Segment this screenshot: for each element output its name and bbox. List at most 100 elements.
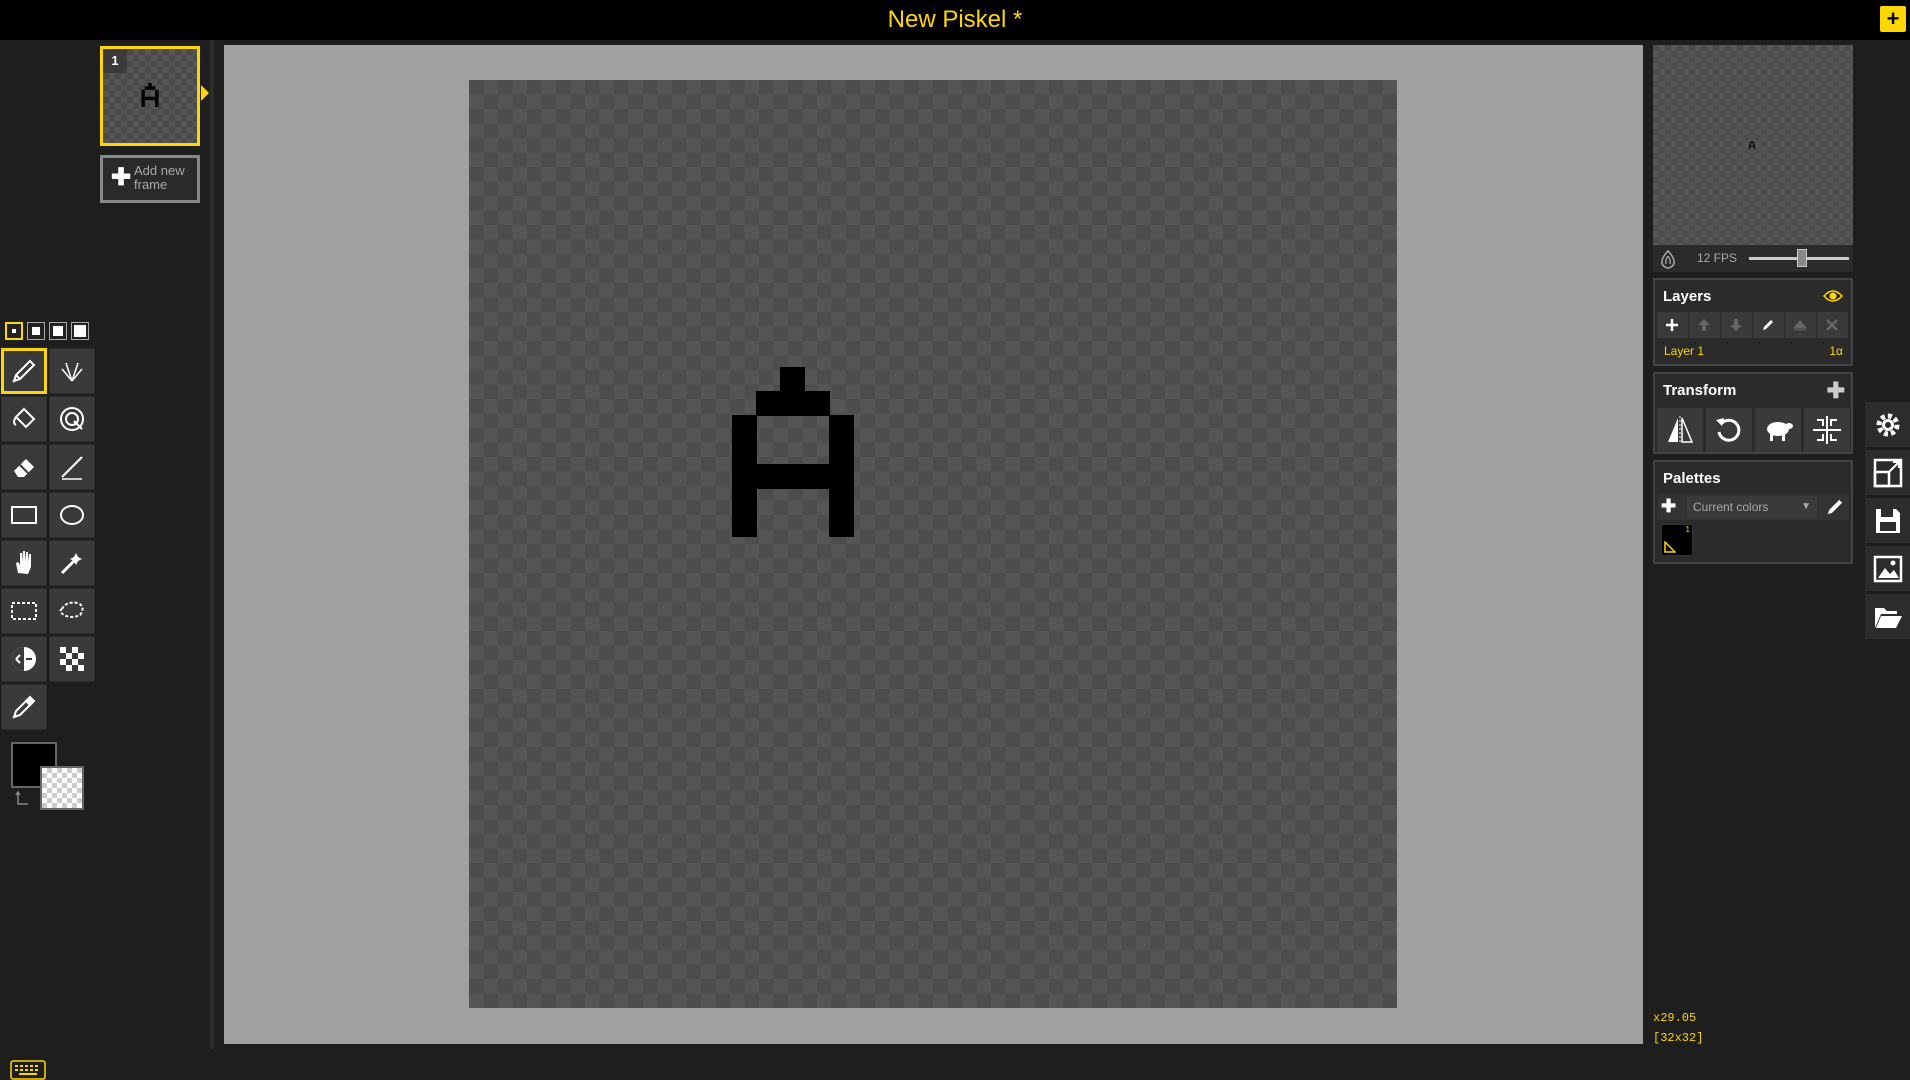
- plus-icon: [1666, 319, 1678, 331]
- frame-thumbnail[interactable]: 1: [100, 46, 200, 146]
- add-layer-button[interactable]: [1657, 312, 1688, 338]
- ellipse-icon: [60, 505, 84, 525]
- frame-number: 1: [103, 49, 127, 73]
- canvas-pixel: [780, 463, 806, 489]
- pixel-canvas[interactable]: [469, 80, 1397, 1008]
- export-image-icon: [1873, 555, 1903, 583]
- pencil-icon: [1763, 320, 1773, 330]
- stroke-tool[interactable]: [49, 444, 95, 490]
- gear-icon: [1876, 413, 1900, 437]
- resize-icon: [1873, 458, 1903, 488]
- preview-image: [1749, 141, 1755, 149]
- sheep-icon: [1767, 422, 1793, 441]
- layer-opacity[interactable]: 1α: [1829, 344, 1843, 358]
- canvas-pixel: [756, 391, 782, 417]
- resize-button[interactable]: [1865, 450, 1910, 495]
- plus-icon: ✚: [111, 164, 132, 191]
- plus-icon[interactable]: ✚: [1827, 378, 1845, 404]
- pencil-icon[interactable]: [1825, 497, 1845, 517]
- pen-size-2-button[interactable]: [27, 322, 45, 340]
- transform-panel: Transform ✚: [1653, 372, 1853, 454]
- pen-size-3-button[interactable]: [49, 322, 67, 340]
- circle-tool[interactable]: [49, 492, 95, 538]
- pen-size-1-button[interactable]: [5, 322, 23, 340]
- eraser-tool[interactable]: [1, 444, 47, 490]
- settings-button[interactable]: [1865, 402, 1910, 447]
- center-button[interactable]: [1804, 408, 1850, 452]
- move-tool[interactable]: [1, 540, 47, 586]
- paint-bucket-tool[interactable]: [1, 396, 47, 442]
- canvas-pixel: [828, 463, 854, 489]
- new-piskel-button[interactable]: +: [1880, 6, 1906, 32]
- canvas-pixel: [756, 463, 782, 489]
- onion-skin-icon[interactable]: [1657, 248, 1679, 270]
- eye-icon[interactable]: [1823, 288, 1843, 304]
- palettes-title: Palettes: [1663, 470, 1721, 487]
- eyedropper-icon: [12, 695, 36, 719]
- right-panel: 12 FPS Layers Layer 1 1α Transform ✚ Pal…: [1643, 40, 1863, 1049]
- clone-button[interactable]: [1755, 408, 1801, 452]
- zoom-level: x29.05: [1653, 1011, 1697, 1025]
- status-info: x29.05 [32x32]: [1653, 1008, 1703, 1048]
- secondary-color-swatch[interactable]: [40, 766, 84, 810]
- arrow-up-icon: [1698, 319, 1710, 331]
- import-button[interactable]: [1865, 594, 1910, 639]
- open-folder-icon: [1875, 608, 1902, 628]
- pen-tool[interactable]: [1, 348, 47, 394]
- color-picker-tool[interactable]: [1, 684, 47, 730]
- lighten-tool[interactable]: [1, 636, 47, 682]
- rectangle-tool[interactable]: [1, 492, 47, 538]
- edit-layer-button[interactable]: [1753, 312, 1784, 338]
- layer-list-item[interactable]: Layer 1 1α: [1655, 340, 1851, 364]
- line-icon: [61, 456, 83, 480]
- mirror-pen-tool[interactable]: [49, 348, 95, 394]
- flip-button[interactable]: [1657, 408, 1703, 452]
- export-button[interactable]: [1865, 546, 1910, 591]
- shape-selection-tool[interactable]: [49, 540, 95, 586]
- bucket-icon: [13, 407, 36, 429]
- transform-title: Transform: [1663, 382, 1737, 399]
- center-icon: [1813, 416, 1841, 444]
- canvas-pixel: [828, 439, 854, 465]
- frame-preview-image: [141, 83, 159, 107]
- layer-name: Layer 1: [1664, 344, 1705, 358]
- hand-icon: [16, 551, 31, 574]
- canvas-pixel: [732, 488, 757, 513]
- lasso-selection-tool[interactable]: [49, 588, 95, 634]
- lighten-icon: [12, 647, 36, 671]
- selected-color-marker-icon: [1664, 541, 1676, 553]
- flip-icon: [1668, 416, 1694, 444]
- panel-splitter[interactable]: [210, 40, 224, 1049]
- palette-select[interactable]: Current colors ▼: [1687, 496, 1817, 518]
- canvas-pixel: [804, 463, 830, 489]
- palette-color-swatch[interactable]: 1: [1661, 524, 1693, 556]
- move-layer-up-button[interactable]: [1689, 312, 1720, 338]
- layer-toolbar: [1657, 312, 1849, 338]
- document-title: New Piskel *: [887, 6, 1023, 33]
- fps-slider-handle[interactable]: [1797, 249, 1807, 267]
- magic-wand-icon: [60, 553, 82, 575]
- drawing-area[interactable]: [224, 45, 1643, 1044]
- add-frame-button[interactable]: ✚ Add new frame: [100, 155, 200, 203]
- arrow-down-icon: [1730, 319, 1742, 331]
- save-button[interactable]: [1865, 498, 1910, 543]
- tools-panel: [0, 40, 97, 1080]
- merge-layer-button[interactable]: [1785, 312, 1816, 338]
- delete-layer-button[interactable]: [1817, 312, 1848, 338]
- layers-panel: Layers Layer 1 1α: [1653, 278, 1853, 366]
- rectangle-selection-tool[interactable]: [1, 588, 47, 634]
- paint-all-same-color-tool[interactable]: [49, 396, 95, 442]
- canvas-pixel: [780, 367, 806, 392]
- add-palette-button[interactable]: ✚: [1661, 496, 1676, 517]
- close-icon: [1826, 319, 1838, 331]
- keyboard-shortcuts-icon[interactable]: [10, 1060, 46, 1080]
- rotate-button[interactable]: [1706, 408, 1752, 452]
- dithering-tool[interactable]: [49, 636, 95, 682]
- canvas-pixel: [804, 391, 830, 417]
- pen-size-4-button[interactable]: [71, 322, 89, 340]
- swap-colors-icon[interactable]: [14, 790, 32, 808]
- chevron-down-icon: ▼: [1801, 501, 1811, 512]
- selected-frame-indicator: [201, 85, 209, 101]
- move-layer-down-button[interactable]: [1721, 312, 1752, 338]
- merge-icon: [1793, 320, 1807, 331]
